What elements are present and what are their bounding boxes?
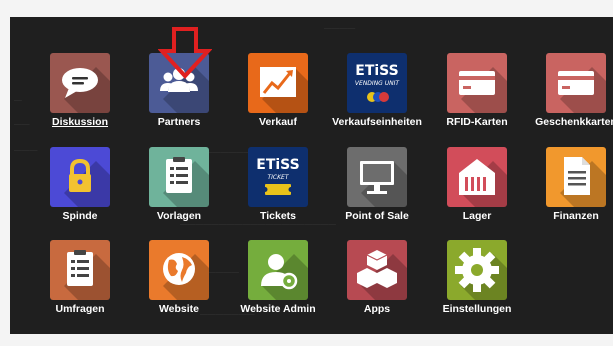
document-icon xyxy=(560,157,606,207)
app-icon-tile: ETiSS VENDING UNIT xyxy=(347,53,407,113)
app-tile-finanzen[interactable]: Finanzen xyxy=(526,147,613,243)
down-arrow-icon xyxy=(158,27,212,79)
app-tile-diskussion[interactable]: Diskussion xyxy=(30,53,130,149)
app-tile-vorlagen[interactable]: Vorlagen xyxy=(129,147,229,243)
card-icon xyxy=(558,67,606,113)
etiss-vending-logo-icon: ETiSSVENDING UNIT xyxy=(355,63,400,102)
app-label: Einstellungen xyxy=(442,303,512,315)
warehouse-icon xyxy=(459,159,507,207)
app-tile-apps[interactable]: Apps xyxy=(327,240,427,334)
app-icon-tile xyxy=(447,147,507,207)
cubes-icon xyxy=(357,250,407,300)
app-tile-einstellungen[interactable]: Einstellungen xyxy=(427,240,527,334)
app-tile-point-of-sale[interactable]: Point of Sale xyxy=(327,147,427,243)
app-tile-geschenkkarten[interactable]: Geschenkkarten xyxy=(526,53,613,149)
app-icon-tile xyxy=(447,53,507,113)
app-tile-verkaufseinheiten[interactable]: ETiSS VENDING UNIT Verkaufseinheiten xyxy=(327,53,427,149)
app-tile-tickets[interactable]: ETiSS TICKET Tickets xyxy=(228,147,328,243)
padlock-icon xyxy=(64,158,110,207)
monitor-icon xyxy=(360,161,407,207)
page-footer-strip xyxy=(0,334,613,346)
app-icon-tile xyxy=(149,240,209,300)
app-menu-overlay: ──── ─ ── ─── ──────── ─────────────────… xyxy=(10,17,613,334)
app-tile-verkauf[interactable]: Verkauf xyxy=(228,53,328,149)
svg-text:ETiSS: ETiSS xyxy=(256,157,299,173)
app-icon-tile xyxy=(248,240,308,300)
app-tile-website[interactable]: Website xyxy=(129,240,229,334)
app-icon-tile xyxy=(546,53,606,113)
app-tile-umfragen[interactable]: Umfragen xyxy=(30,240,130,334)
app-icon-tile xyxy=(50,240,110,300)
app-label: Geschenkkarten xyxy=(535,116,613,128)
clipboard-icon xyxy=(64,250,110,300)
chat-bubble-icon xyxy=(62,67,110,113)
svg-text:ETiSS: ETiSS xyxy=(355,63,398,79)
app-icon-tile: ETiSS TICKET xyxy=(248,147,308,207)
svg-text:TICKET: TICKET xyxy=(267,174,289,181)
app-icon-tile xyxy=(248,53,308,113)
app-icon-tile xyxy=(447,240,507,300)
svg-text:VENDING UNIT: VENDING UNIT xyxy=(355,80,400,87)
card-icon xyxy=(459,67,507,113)
app-icon-tile xyxy=(50,53,110,113)
app-tile-rfid-karten[interactable]: RFID-Karten xyxy=(427,53,527,149)
app-tile-spinde[interactable]: Spinde xyxy=(30,147,130,243)
app-icon-tile xyxy=(50,147,110,207)
app-icon-tile xyxy=(347,147,407,207)
app-tile-lager[interactable]: Lager xyxy=(427,147,527,243)
app-icon-tile xyxy=(347,240,407,300)
etiss-ticket-logo-icon: ETiSSTICKET xyxy=(256,157,300,195)
app-icon-tile xyxy=(546,147,606,207)
gear-icon xyxy=(455,248,507,300)
globe-icon xyxy=(163,253,209,300)
user-admin-icon xyxy=(261,254,308,300)
app-label: Finanzen xyxy=(553,210,599,222)
app-icon-tile xyxy=(149,147,209,207)
chart-line-icon xyxy=(260,67,308,113)
clipboard-icon xyxy=(163,157,209,207)
app-tile-website-admin[interactable]: Website Admin xyxy=(228,240,328,334)
